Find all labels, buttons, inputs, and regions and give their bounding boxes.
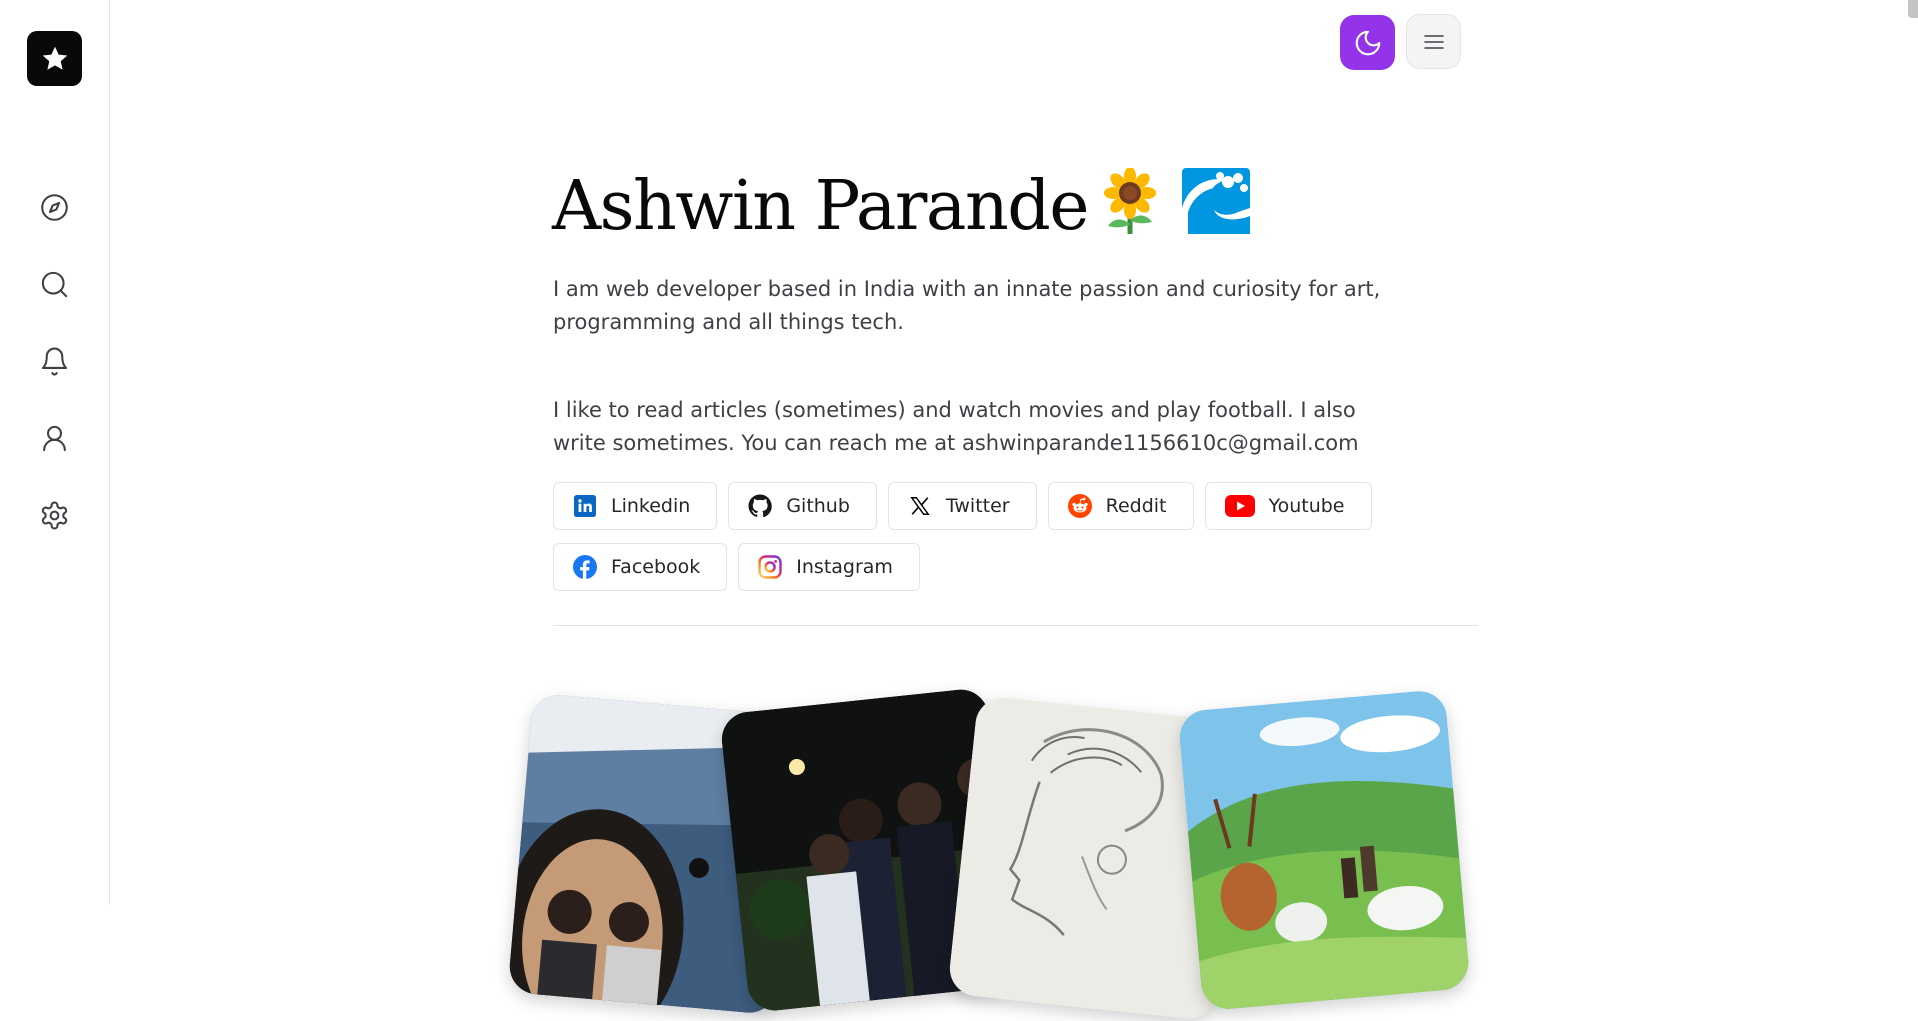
page-title: Ashwin Parande (552, 163, 1251, 256)
photo-anime-landscape[interactable] (1177, 688, 1471, 1012)
linkedin-label: Linkedin (611, 495, 691, 517)
instagram-icon (758, 555, 782, 579)
x-icon (908, 494, 932, 518)
facebook-label: Facebook (611, 556, 701, 578)
twitter-label: Twitter (945, 495, 1010, 517)
github-icon (748, 494, 773, 518)
facebook-link[interactable]: Facebook (553, 543, 728, 591)
reddit-label: Reddit (1105, 495, 1167, 517)
sidebar-item-settings[interactable] (34, 495, 75, 536)
linkedin-icon (573, 494, 597, 518)
sidebar-item-profile[interactable] (34, 418, 75, 459)
bio-paragraph-1: I am web developer based in India with a… (553, 277, 1381, 334)
bell-icon (41, 347, 68, 376)
instagram-label: Instagram (796, 556, 893, 578)
user-icon (43, 425, 66, 452)
github-link[interactable]: Github (728, 482, 877, 530)
social-links-row: Linkedin Github Twitter Reddit Youtube (553, 482, 1372, 530)
instagram-link[interactable]: Instagram (738, 543, 920, 591)
youtube-label: Youtube (1268, 495, 1345, 517)
logo-button[interactable] (27, 31, 82, 86)
sidebar-item-search[interactable] (34, 264, 75, 305)
social-links-row-2: Facebook Instagram (553, 543, 920, 591)
twitter-link[interactable]: Twitter (887, 482, 1037, 530)
reddit-link[interactable]: Reddit (1047, 482, 1194, 530)
profile-name: Ashwin Parande (552, 167, 1090, 246)
wave-icon (1182, 167, 1251, 256)
moon-icon (1355, 30, 1380, 55)
sidebar-item-notifications[interactable] (34, 341, 75, 382)
linkedin-link[interactable]: Linkedin (553, 482, 718, 530)
sidebar-item-explore[interactable] (34, 187, 75, 228)
hamburger-menu-icon (1423, 34, 1444, 49)
sidebar (0, 0, 110, 905)
theme-toggle-button[interactable] (1340, 15, 1395, 70)
sunflower-icon (1102, 166, 1158, 256)
youtube-link[interactable]: Youtube (1204, 482, 1372, 530)
facebook-icon (573, 555, 597, 579)
bio-paragraph-2: I like to read articles (sometimes) and … (553, 398, 1359, 455)
reddit-icon (1067, 494, 1092, 518)
gear-icon (41, 501, 68, 530)
scrollbar-thumb[interactable] (1908, 0, 1918, 18)
youtube-icon (1224, 494, 1255, 518)
divider (553, 625, 1478, 626)
search-icon (41, 271, 68, 298)
star-icon (42, 46, 67, 70)
menu-button[interactable] (1406, 14, 1461, 69)
compass-icon (41, 194, 68, 221)
github-label: Github (786, 495, 850, 517)
